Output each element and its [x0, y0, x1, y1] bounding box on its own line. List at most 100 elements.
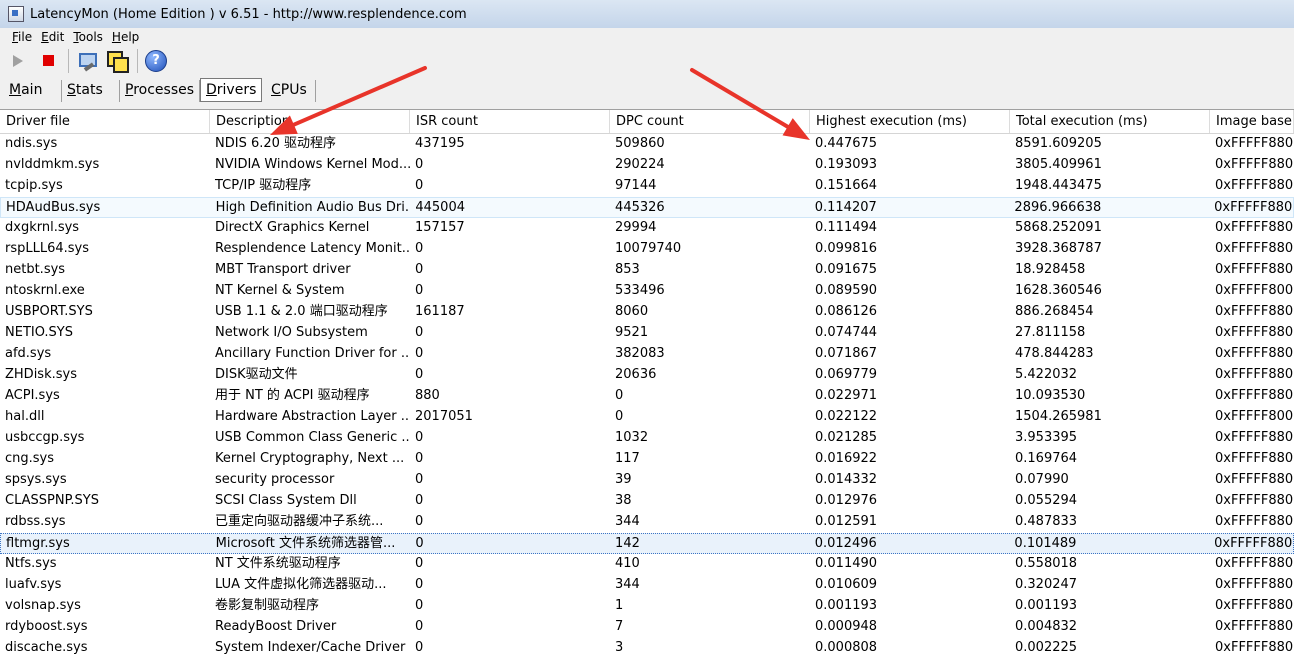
table-cell: Network I/O Subsystem: [215, 325, 368, 340]
table-cell: NT 文件系统驱动程序: [215, 556, 341, 571]
table-cell: volsnap.sys: [5, 598, 81, 613]
table-cell: 0xFFFFF880': [1215, 220, 1294, 235]
table-row[interactable]: HDAudBus.sys High Definition Audio Bus Dr…: [0, 197, 1294, 218]
table-row[interactable]: nvlddmkm.sys NVIDIA Windows Kernel Mod...…: [0, 155, 1294, 176]
window-title: LatencyMon (Home Edition ) v 6.51 - http…: [30, 6, 467, 22]
table-row[interactable]: discache.sys System Indexer/Cache Driver 0…: [0, 638, 1294, 659]
column-header-dpc-count[interactable]: DPC count: [610, 110, 810, 133]
table-cell: 0: [415, 514, 424, 529]
menu-help[interactable]: Help: [108, 30, 144, 44]
table-cell: USBPORT.SYS: [5, 304, 93, 319]
tab-stats[interactable]: Stats: [62, 80, 120, 102]
table-cell: 0: [415, 241, 424, 256]
table-row[interactable]: rspLLL64.sys Resplendence Latency Monit..…: [0, 239, 1294, 260]
table-row[interactable]: netbt.sys MBT Transport driver 0 853 0.09167…: [0, 260, 1294, 281]
table-cell: tcpip.sys: [5, 178, 63, 193]
table-row[interactable]: luafv.sys LUA 文件虚拟化筛选器驱动... 0 344 0.010609 0.…: [0, 575, 1294, 596]
table-row[interactable]: volsnap.sys 卷影复制驱动程序 0 1 0.001193 0.001193 0xF…: [0, 596, 1294, 617]
table-cell: 0: [415, 619, 424, 634]
table-row[interactable]: afd.sys Ancillary Function Driver for ...…: [0, 344, 1294, 365]
column-header-driver-file[interactable]: Driver file: [0, 110, 210, 133]
windows-button[interactable]: [105, 49, 129, 73]
table-cell: Ancillary Function Driver for ...: [215, 346, 410, 361]
table-cell: 344: [615, 514, 640, 529]
table-row[interactable]: rdyboost.sys ReadyBoost Driver 0 7 0.000948 0…: [0, 617, 1294, 638]
computer-icon: [78, 52, 97, 70]
table-cell: 0: [415, 178, 424, 193]
table-cell: 0.114207: [814, 200, 877, 215]
table-row[interactable]: rdbss.sys 已重定向驱动器缓冲子系统... 0 344 0.012591 0.48…: [0, 512, 1294, 533]
table-row[interactable]: ntoskrnl.exe NT Kernel & System 0 533496 0.0…: [0, 281, 1294, 302]
table-row[interactable]: ndis.sys NDIS 6.20 驱动程序 437195 509860 0.4476…: [0, 134, 1294, 155]
table-cell: 0.012591: [815, 514, 878, 529]
help-button[interactable]: ?: [144, 49, 168, 73]
start-button[interactable]: [6, 49, 30, 73]
table-cell: TCP/IP 驱动程序: [215, 178, 312, 193]
table-cell: 0xFFFFF880': [1215, 640, 1294, 655]
table-cell: 0xFFFFF880': [1215, 430, 1294, 445]
table-cell: Kernel Cryptography, Next ...: [215, 451, 405, 466]
column-header-image-base[interactable]: Image base: [1210, 110, 1294, 133]
table-row[interactable]: hal.dll Hardware Abstraction Layer ... 201…: [0, 407, 1294, 428]
tab-cpus[interactable]: CPUs: [266, 80, 316, 102]
table-cell: 1948.443475: [1015, 178, 1102, 193]
tab-drivers[interactable]: Drivers: [200, 78, 262, 102]
table-cell: 0.07990: [1015, 472, 1069, 487]
table-cell: 0xFFFFF880': [1215, 577, 1294, 592]
table-cell: 0: [415, 430, 424, 445]
drivers-table: Driver file Description ISR count DPC count…: [0, 110, 1294, 667]
table-cell: 0.151664: [815, 178, 878, 193]
column-header-isr-count[interactable]: ISR count: [410, 110, 610, 133]
table-row[interactable]: ZHDisk.sys DISK驱动文件 0 20636 0.069779 5.422032…: [0, 365, 1294, 386]
table-cell: USB Common Class Generic ...: [215, 430, 410, 445]
table-row[interactable]: tcpip.sys TCP/IP 驱动程序 0 97144 0.151664 1948.4…: [0, 176, 1294, 197]
menu-accelerator: H: [111, 29, 121, 44]
stop-icon: [42, 55, 54, 66]
menu-edit[interactable]: Edit: [37, 30, 69, 44]
table-cell: 0: [415, 451, 424, 466]
table-row[interactable]: usbccgp.sys USB Common Class Generic ... 0…: [0, 428, 1294, 449]
table-cell: 0.487833: [1015, 514, 1078, 529]
table-row[interactable]: Ntfs.sys NT 文件系统驱动程序 0 410 0.011490 0.558018 0…: [0, 554, 1294, 575]
column-header-highest-execution-ms[interactable]: Highest execution (ms): [810, 110, 1010, 133]
table-row[interactable]: cng.sys Kernel Cryptography, Next ... 0 117…: [0, 449, 1294, 470]
column-header-description[interactable]: Description: [210, 110, 410, 133]
tab-main[interactable]: Main: [4, 80, 62, 102]
tab-accelerator: C: [271, 82, 281, 98]
toolbar: ?: [0, 45, 1294, 76]
table-row[interactable]: USBPORT.SYS USB 1.1 & 2.0 端口驱动程序 161187 806…: [0, 302, 1294, 323]
table-cell: Resplendence Latency Monit...: [215, 241, 410, 256]
table-cell: 0.099816: [815, 241, 878, 256]
table-row[interactable]: spsys.sys security processor 0 39 0.014332 0.…: [0, 470, 1294, 491]
tab-accelerator: M: [9, 82, 22, 98]
table-row[interactable]: dxgkrnl.sys DirectX Graphics Kernel 157157…: [0, 218, 1294, 239]
table-cell: ReadyBoost Driver: [215, 619, 337, 634]
toolbar-separator: [137, 48, 138, 73]
table-cell: 0.002225: [1015, 640, 1078, 655]
table-cell: 0.004832: [1015, 619, 1078, 634]
table-cell: 0.447675: [815, 136, 878, 151]
table-cell: 157157: [415, 220, 465, 235]
table-cell: 0: [415, 598, 424, 613]
column-header-total-execution-ms[interactable]: Total execution (ms): [1010, 110, 1210, 133]
table-cell: 10.093530: [1015, 388, 1086, 403]
table-cell: 0.101489: [1014, 536, 1077, 551]
table-cell: 142: [615, 536, 640, 551]
menu-tools[interactable]: Tools: [69, 30, 108, 44]
table-cell: 0xFFFFF880': [1215, 493, 1294, 508]
table-cell: 0.193093: [815, 157, 878, 172]
table-cell: 437195: [415, 136, 465, 151]
table-row[interactable]: ACPI.sys 用于 NT 的 ACPI 驱动程序 880 0 0.022971 10.…: [0, 386, 1294, 407]
table-header: Driver file Description ISR count DPC count…: [0, 110, 1294, 134]
table-cell: 18.928458: [1015, 262, 1086, 277]
table-row[interactable]: NETIO.SYS Network I/O Subsystem 0 9521 0.074…: [0, 323, 1294, 344]
stop-button[interactable]: [36, 49, 60, 73]
table-cell: SCSI Class System Dll: [215, 493, 357, 508]
computer-button[interactable]: [75, 49, 99, 73]
table-cell: 1032: [615, 430, 649, 445]
table-cell: 509860: [615, 136, 665, 151]
menu-file[interactable]: File: [0, 30, 37, 44]
table-row[interactable]: fltmgr.sys Microsoft 文件系统筛选器管... 0 142 0.012…: [0, 533, 1294, 554]
tab-processes[interactable]: Processes: [120, 80, 200, 102]
table-row[interactable]: CLASSPNP.SYS SCSI Class System Dll 0 38 0.01…: [0, 491, 1294, 512]
